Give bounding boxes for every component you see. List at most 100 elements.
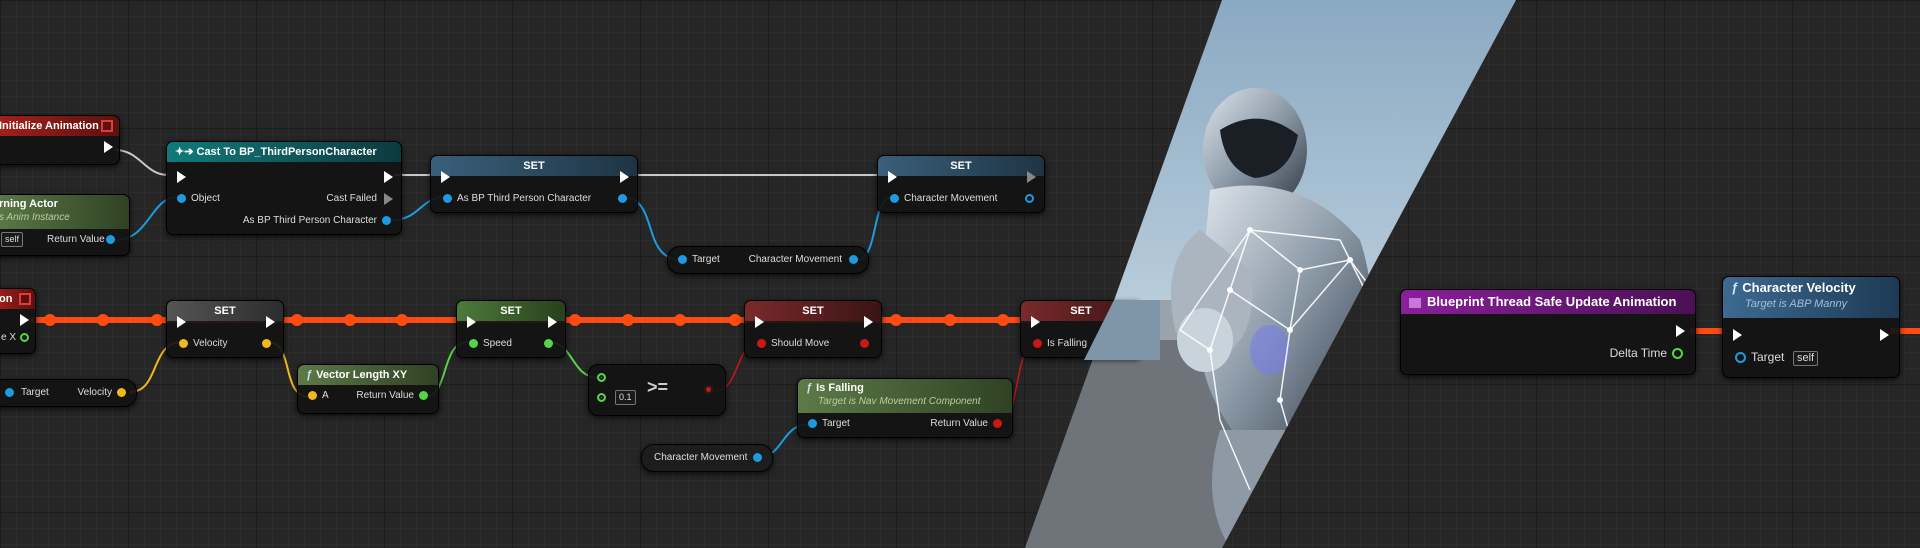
exec-in-pin[interactable] xyxy=(755,316,764,328)
greater-equal-node[interactable]: 0.1 >= xyxy=(588,364,726,416)
event-icon xyxy=(1409,297,1421,308)
thread-safe-update-animation-node[interactable]: Blueprint Thread Safe Update Animation D… xyxy=(1400,289,1696,375)
value-out-pin[interactable] xyxy=(544,339,553,348)
get-character-movement-node[interactable]: Target Character Movement xyxy=(667,246,869,274)
exec-out-pin[interactable] xyxy=(620,171,629,183)
wire-knot xyxy=(569,314,581,326)
pin-label: Is Falling xyxy=(1047,338,1088,349)
exec-in-pin[interactable] xyxy=(467,316,476,328)
set-velocity-node[interactable]: SET Velocity xyxy=(166,300,284,358)
node-title: Vector Length XY xyxy=(316,369,408,381)
value-out-pin[interactable] xyxy=(618,194,627,203)
event-initialize-animation-node[interactable]: Initialize Animation xyxy=(0,115,120,165)
cast-failed-label: Cast Failed xyxy=(326,193,377,204)
exec-out-pin[interactable] xyxy=(384,171,393,183)
value-in-pin[interactable] xyxy=(1033,339,1042,348)
robot-arm xyxy=(1170,230,1253,356)
value-in-pin[interactable] xyxy=(890,194,899,203)
character-velocity-node[interactable]: ƒ Character Velocity Target is ABP Manny … xyxy=(1722,276,1900,378)
get-velocity-node[interactable]: Target Velocity xyxy=(0,379,137,407)
wire-knot xyxy=(396,314,408,326)
cast-icon: ✦➔ xyxy=(175,146,197,158)
pin-label: Speed xyxy=(483,338,512,349)
exec-out-pin[interactable] xyxy=(20,314,29,326)
exec-out-pin[interactable] xyxy=(1676,325,1685,337)
try-get-pawn-owner-node[interactable]: rning Actor s Anim Instance self Return … xyxy=(0,194,130,256)
self-default[interactable]: self xyxy=(1,232,24,247)
velocity-pin[interactable] xyxy=(117,388,126,397)
variable-pin[interactable] xyxy=(753,453,762,462)
set-speed-node[interactable]: SET Speed xyxy=(456,300,566,358)
self-default[interactable]: self xyxy=(1793,351,1819,366)
delta-time-label: Delta Time xyxy=(1609,346,1667,360)
target-pin[interactable] xyxy=(808,419,817,428)
exec-in-pin[interactable] xyxy=(441,171,450,183)
exec-in-pin[interactable] xyxy=(888,171,897,183)
viewport-background xyxy=(1025,0,1516,548)
wire-knot xyxy=(344,314,356,326)
target-pin[interactable] xyxy=(1735,352,1746,363)
return-label: Return Value xyxy=(356,390,414,401)
return-value-pin[interactable] xyxy=(106,235,115,244)
value-out-pin[interactable] xyxy=(262,339,271,348)
delta-label: e X xyxy=(1,332,17,343)
cast-to-third-person-node[interactable]: ✦➔ Cast To BP_ThirdPersonCharacter Objec… xyxy=(166,141,402,235)
event-update-animation-node[interactable]: on e X xyxy=(0,288,36,354)
a-pin[interactable] xyxy=(308,391,317,400)
target-pin[interactable] xyxy=(678,255,687,264)
value-out-pin[interactable] xyxy=(860,339,869,348)
exec-in-pin[interactable] xyxy=(177,316,186,328)
delta-pin[interactable] xyxy=(20,333,29,342)
wire-knot xyxy=(291,314,303,326)
value-in-pin[interactable] xyxy=(179,339,188,348)
wire-knot xyxy=(622,314,634,326)
wire-knot xyxy=(944,314,956,326)
exec-out-pin[interactable] xyxy=(1027,171,1036,183)
exec-out-pin[interactable] xyxy=(864,316,873,328)
exec-in-pin[interactable] xyxy=(1733,329,1742,341)
b-pin[interactable] xyxy=(597,393,606,402)
pin-label: Should Move xyxy=(771,338,830,349)
wire-knot xyxy=(97,314,109,326)
a-label: A xyxy=(322,390,329,401)
set-character-movement-node[interactable]: SET Character Movement xyxy=(877,155,1045,213)
node-title: Blueprint Thread Safe Update Animation xyxy=(1427,294,1677,309)
exec-out-pin[interactable] xyxy=(1880,329,1889,341)
set-is-falling-node[interactable]: SET Is Falling xyxy=(1020,300,1142,358)
exec-out-pin[interactable] xyxy=(266,316,275,328)
a-pin[interactable] xyxy=(597,373,606,382)
delta-time-pin[interactable] xyxy=(1672,348,1683,359)
value-out-pin[interactable] xyxy=(1025,194,1034,203)
is-falling-node[interactable]: ƒ Is Falling Target is Nav Movement Compo… xyxy=(797,378,1013,438)
cast-failed-pin[interactable] xyxy=(384,193,393,205)
set-character-node[interactable]: SET As BP Third Person Character xyxy=(430,155,638,213)
value-in-pin[interactable] xyxy=(757,339,766,348)
node-title: Cast To BP_ThirdPersonCharacter xyxy=(196,146,377,158)
robot-fist xyxy=(1177,308,1233,372)
exec-out-pin[interactable] xyxy=(104,141,113,153)
target-label: Target xyxy=(21,387,49,398)
event-icon xyxy=(101,120,113,132)
value-in-pin[interactable] xyxy=(443,194,452,203)
vector-length-xy-node[interactable]: ƒ Vector Length XY A Return Value xyxy=(297,364,439,414)
object-label: Object xyxy=(191,193,220,204)
wire-layer xyxy=(30,149,1920,459)
result-pin[interactable] xyxy=(704,385,713,394)
node-title: Character Velocity xyxy=(1742,280,1856,295)
value-pin[interactable] xyxy=(849,255,858,264)
pin-label: Character Movement xyxy=(904,193,998,204)
exec-in-pin[interactable] xyxy=(1031,316,1040,328)
set-should-move-node[interactable]: SET Should Move xyxy=(744,300,882,358)
return-pin[interactable] xyxy=(993,419,1002,428)
target-label: Target xyxy=(1751,350,1785,364)
exec-out-pin[interactable] xyxy=(548,316,557,328)
wire-knot xyxy=(890,314,902,326)
object-pin[interactable] xyxy=(177,194,186,203)
target-pin[interactable] xyxy=(5,388,14,397)
character-movement-variable-node[interactable]: Character Movement xyxy=(641,444,773,472)
as-character-pin[interactable] xyxy=(382,216,391,225)
exec-in-pin[interactable] xyxy=(177,171,186,183)
return-pin[interactable] xyxy=(419,391,428,400)
value-in-pin[interactable] xyxy=(469,339,478,348)
b-value-input[interactable]: 0.1 xyxy=(615,390,636,405)
